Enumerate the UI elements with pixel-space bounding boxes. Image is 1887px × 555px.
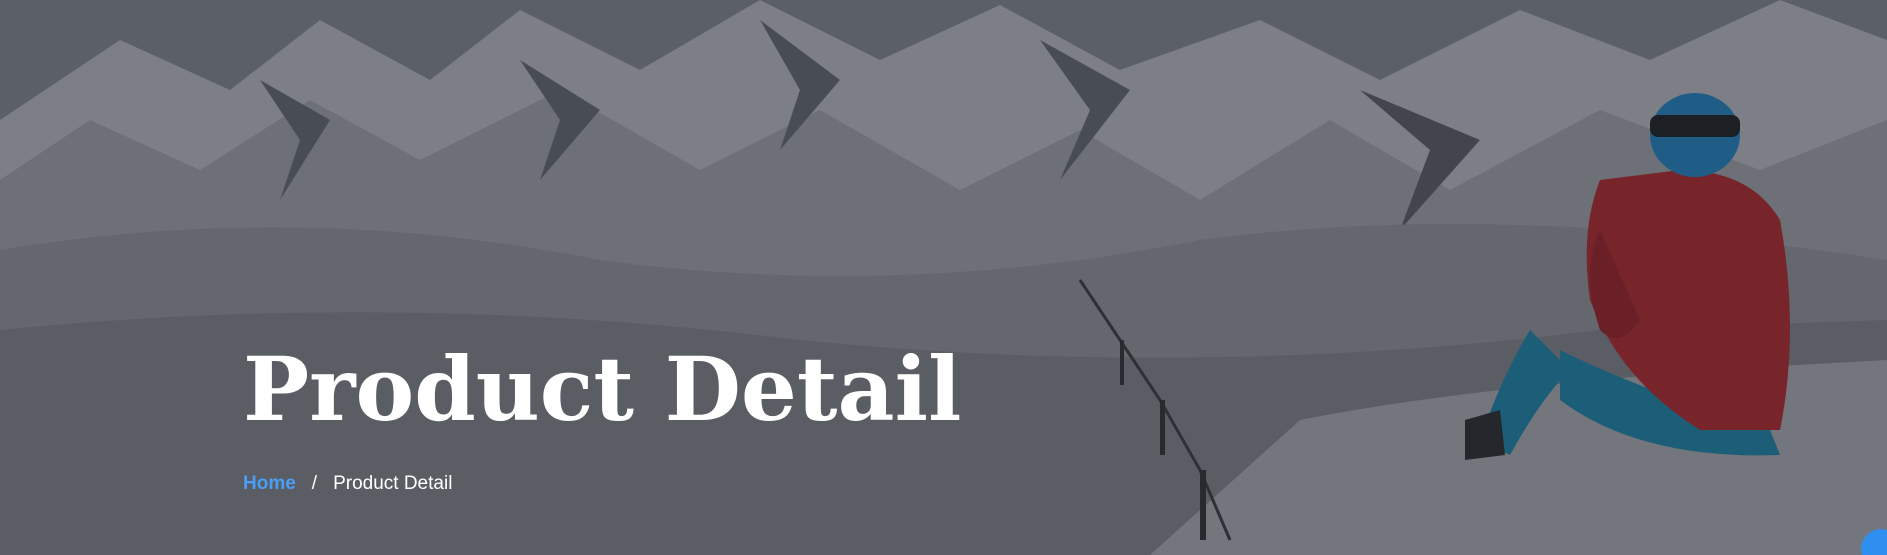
page-hero-banner: Product Detail Home / Product Detail [0, 0, 1887, 555]
breadcrumb: Home / Product Detail [243, 473, 961, 495]
breadcrumb-current-page: Product Detail [333, 473, 453, 494]
page-title: Product Detail [243, 337, 962, 441]
breadcrumb-home-link[interactable]: Home [243, 473, 296, 495]
hero-content: Product Detail Home / Product Detail [243, 345, 961, 495]
breadcrumb-separator: / [311, 473, 318, 494]
